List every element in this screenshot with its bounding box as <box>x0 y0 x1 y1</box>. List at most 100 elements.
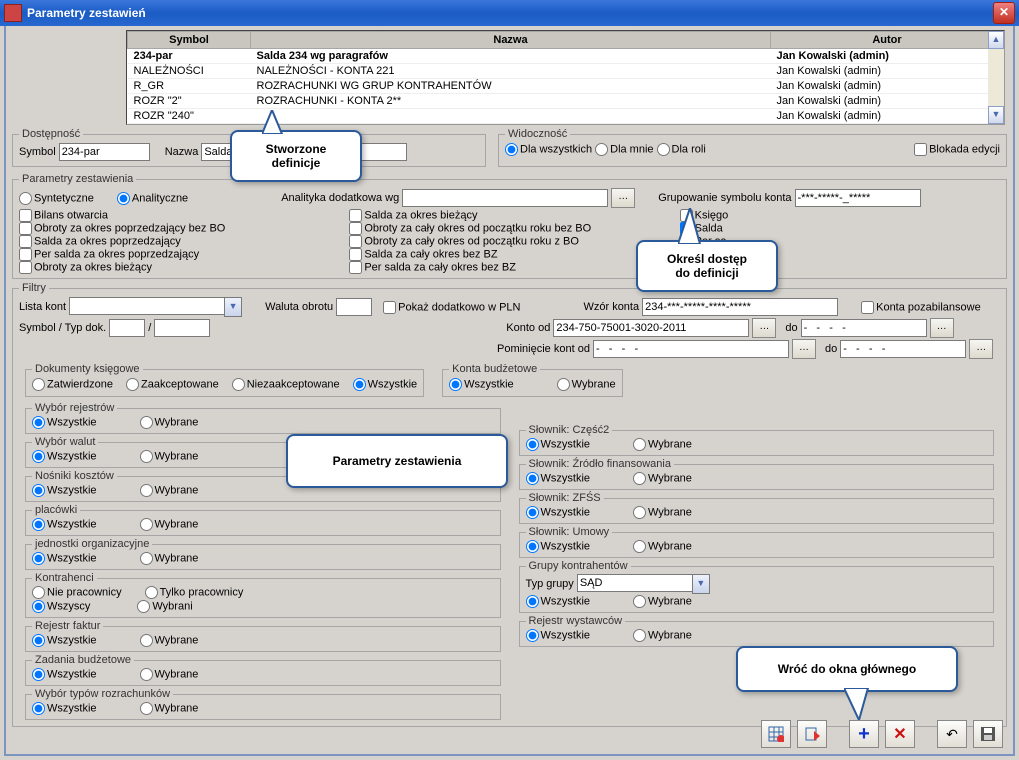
col-autor[interactable]: Autor <box>771 32 1004 49</box>
vis-role[interactable]: Dla roli <box>657 143 706 156</box>
table-row[interactable]: R_GRROZRACHUNKI WG GRUP KONTRAHENTÓWJan … <box>128 79 1004 94</box>
wzor-input[interactable] <box>642 298 838 316</box>
do2-label: do <box>825 343 837 355</box>
do2-input[interactable] <box>840 340 966 358</box>
pln-check[interactable]: Pokaż dodatkowo w PLN <box>383 301 520 314</box>
opt-wyb[interactable]: Wybrane <box>140 484 199 497</box>
pz-check[interactable]: Bilans otwarcia <box>19 209 339 222</box>
scroll-down-icon[interactable]: ▼ <box>988 106 1004 124</box>
dokumenty-group: Dokumenty księgowe Zatwierdzone Zaakcept… <box>25 363 424 397</box>
fs-gk: Grupy kontrahentówTyp grupy▼WszystkieWyb… <box>519 560 995 613</box>
symtyp-2[interactable] <box>154 319 210 337</box>
pz-check[interactable]: Salda za cały okres bez BZ <box>349 248 669 261</box>
waluta-input[interactable] <box>336 298 372 316</box>
table-row[interactable]: NALEŻNOŚCINALEŻNOŚCI - KONTA 221Jan Kowa… <box>128 64 1004 79</box>
dok-wsz[interactable]: Wszystkie <box>353 378 418 391</box>
waluta-label: Waluta obrotu <box>265 301 333 313</box>
pomin-pick[interactable]: … <box>792 339 816 359</box>
opt-wyb[interactable]: Wybrane <box>140 702 199 715</box>
col-nazwa[interactable]: Nazwa <box>251 32 771 49</box>
pz-check[interactable]: Księgo <box>680 209 1000 222</box>
opt-wyb[interactable]: Wybrane <box>140 518 199 531</box>
konto-od-input[interactable] <box>553 319 749 337</box>
fs-rfak: Rejestr fakturWszystkieWybrane <box>25 620 501 652</box>
pz-check[interactable]: Salda za okres bieżący <box>349 209 669 222</box>
grupowanie-input[interactable] <box>795 189 921 207</box>
opt-wsz[interactable]: Wszystkie <box>32 634 97 647</box>
opt-wyb[interactable]: Wybrane <box>140 668 199 681</box>
pz-check[interactable]: Salda <box>680 222 1000 235</box>
opt-wyb[interactable]: Wybrane <box>633 540 692 553</box>
opt-wyb[interactable]: Wybrane <box>633 472 692 485</box>
lista-kont-combo[interactable]: ▼ <box>69 297 242 317</box>
do1-pick[interactable]: … <box>930 318 954 338</box>
pz-check[interactable]: Obroty za okres bieżący <box>19 261 339 274</box>
close-button[interactable]: ✕ <box>993 2 1015 24</box>
kb-wsz[interactable]: Wszystkie <box>449 378 514 391</box>
opt-wsz[interactable]: Wszystkie <box>32 702 97 715</box>
analityczne[interactable]: Analityczne <box>117 192 188 205</box>
undo-icon[interactable]: ↶ <box>937 720 967 748</box>
opt-wsz[interactable]: Wszystkie <box>32 518 97 531</box>
pomin-input[interactable] <box>593 340 789 358</box>
fs-zbud: Zadania budżetoweWszystkieWybrane <box>25 654 501 686</box>
symtyp-1[interactable] <box>109 319 145 337</box>
pozabilansowe[interactable]: Konta pozabilansowe <box>861 301 981 314</box>
opt-wsz[interactable]: Wszystkie <box>32 450 97 463</box>
opt-wsz[interactable]: Wszystkie <box>526 540 591 553</box>
analityka-wg-input[interactable] <box>402 189 608 207</box>
opt-wyb[interactable]: Wybrane <box>633 438 692 451</box>
dok-zatw[interactable]: Zatwierdzone <box>32 378 113 391</box>
pz-check[interactable]: Obroty za okres poprzedzający bez BO <box>19 222 339 235</box>
opt-wyb[interactable]: Wybrane <box>140 634 199 647</box>
syntetyczne[interactable]: Syntetyczne <box>19 192 94 205</box>
symbol-label: Symbol <box>19 146 56 158</box>
table-row[interactable]: 234-parSalda 234 wg paragrafówJan Kowals… <box>128 49 1004 64</box>
fs-kontr: KontrahenciNie pracownicyTylko pracownic… <box>25 572 501 618</box>
opt-wsz[interactable]: Wszystkie <box>526 472 591 485</box>
pz-check[interactable]: Salda za okres poprzedzający <box>19 235 339 248</box>
opt-wyb[interactable]: Wybrane <box>633 506 692 519</box>
dok-zaak[interactable]: Zaakceptowane <box>126 378 219 391</box>
analityka-wg-pick[interactable]: … <box>611 188 635 208</box>
dok-niez[interactable]: Niezaakceptowane <box>232 378 340 391</box>
definitions-grid[interactable]: Symbol Nazwa Autor 234-parSalda 234 wg p… <box>126 30 1005 125</box>
do1-label: do <box>785 322 797 334</box>
filtry-legend: Filtry <box>19 282 49 294</box>
vis-me[interactable]: Dla mnie <box>595 143 653 156</box>
opt-wyb[interactable]: Wybrane <box>140 552 199 565</box>
symbol-input[interactable] <box>59 143 150 161</box>
opt-wyb[interactable]: Wybrane <box>140 450 199 463</box>
do1-input[interactable] <box>801 319 927 337</box>
kb-wyb[interactable]: Wybrane <box>557 378 616 391</box>
pz-check[interactable]: Obroty za cały okres od początku roku be… <box>349 222 669 235</box>
opt-wsz[interactable]: Wszystkie <box>32 416 97 429</box>
delete-icon[interactable]: ✕ <box>885 720 915 748</box>
grid-scrollbar[interactable]: ▲ ▼ <box>988 31 1004 124</box>
opt-wsz[interactable]: Wszystkie <box>526 438 591 451</box>
opt-wyb[interactable]: Wybrane <box>633 629 692 642</box>
opt-wsz[interactable]: Wszystkie <box>32 484 97 497</box>
opt-wyb[interactable]: Wybrane <box>140 416 199 429</box>
pz-check[interactable]: Per salda za cały okres bez BZ <box>349 261 669 274</box>
table-row[interactable]: ROZR "2"ROZRACHUNKI - KONTA 2**Jan Kowal… <box>128 94 1004 109</box>
back-icon[interactable] <box>797 720 827 748</box>
pz-check[interactable]: Obroty za cały okres od początku roku z … <box>349 235 669 248</box>
vis-all[interactable]: Dla wszystkich <box>505 143 592 156</box>
konto-od-pick[interactable]: … <box>752 318 776 338</box>
opt-wsz[interactable]: Wszystkie <box>32 668 97 681</box>
typgrupy-combo[interactable]: ▼ <box>577 574 710 594</box>
add-icon[interactable]: + <box>849 720 879 748</box>
opt-wsz[interactable]: Wszystkie <box>526 506 591 519</box>
grid-icon[interactable] <box>761 720 791 748</box>
titlebar: Parametry zestawień ✕ <box>0 0 1019 26</box>
do2-pick[interactable]: … <box>969 339 993 359</box>
save-icon[interactable] <box>973 720 1003 748</box>
table-row[interactable]: ROZR "240"Jan Kowalski (admin) <box>128 109 1004 124</box>
scroll-up-icon[interactable]: ▲ <box>988 31 1004 49</box>
col-symbol[interactable]: Symbol <box>128 32 251 49</box>
opt-wsz[interactable]: Wszystkie <box>526 629 591 642</box>
opt-wsz[interactable]: Wszystkie <box>32 552 97 565</box>
pz-check[interactable]: Per salda za okres poprzedzający <box>19 248 339 261</box>
blokada-edycji[interactable]: Blokada edycji <box>914 143 1000 156</box>
